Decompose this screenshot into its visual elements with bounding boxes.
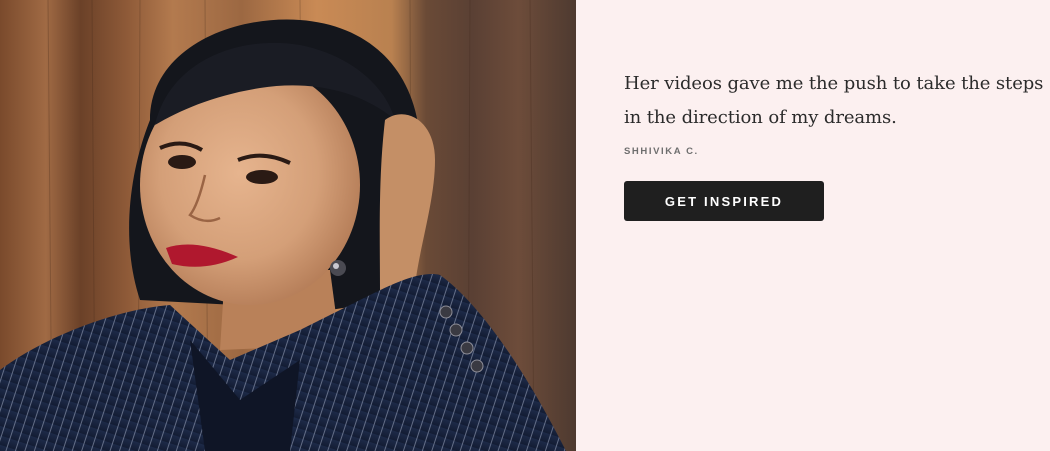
testimonial-quote: Her videos gave me the push to take the … [624, 73, 1044, 128]
testimonial-section: Her videos gave me the push to take the … [0, 0, 1050, 451]
portrait-image [0, 0, 576, 451]
testimonial-panel: Her videos gave me the push to take the … [576, 0, 1050, 451]
get-inspired-button[interactable]: GET INSPIRED [624, 181, 824, 221]
testimonial-author: SHHIVIKA C. [624, 146, 699, 157]
testimonial-photo [0, 0, 576, 451]
